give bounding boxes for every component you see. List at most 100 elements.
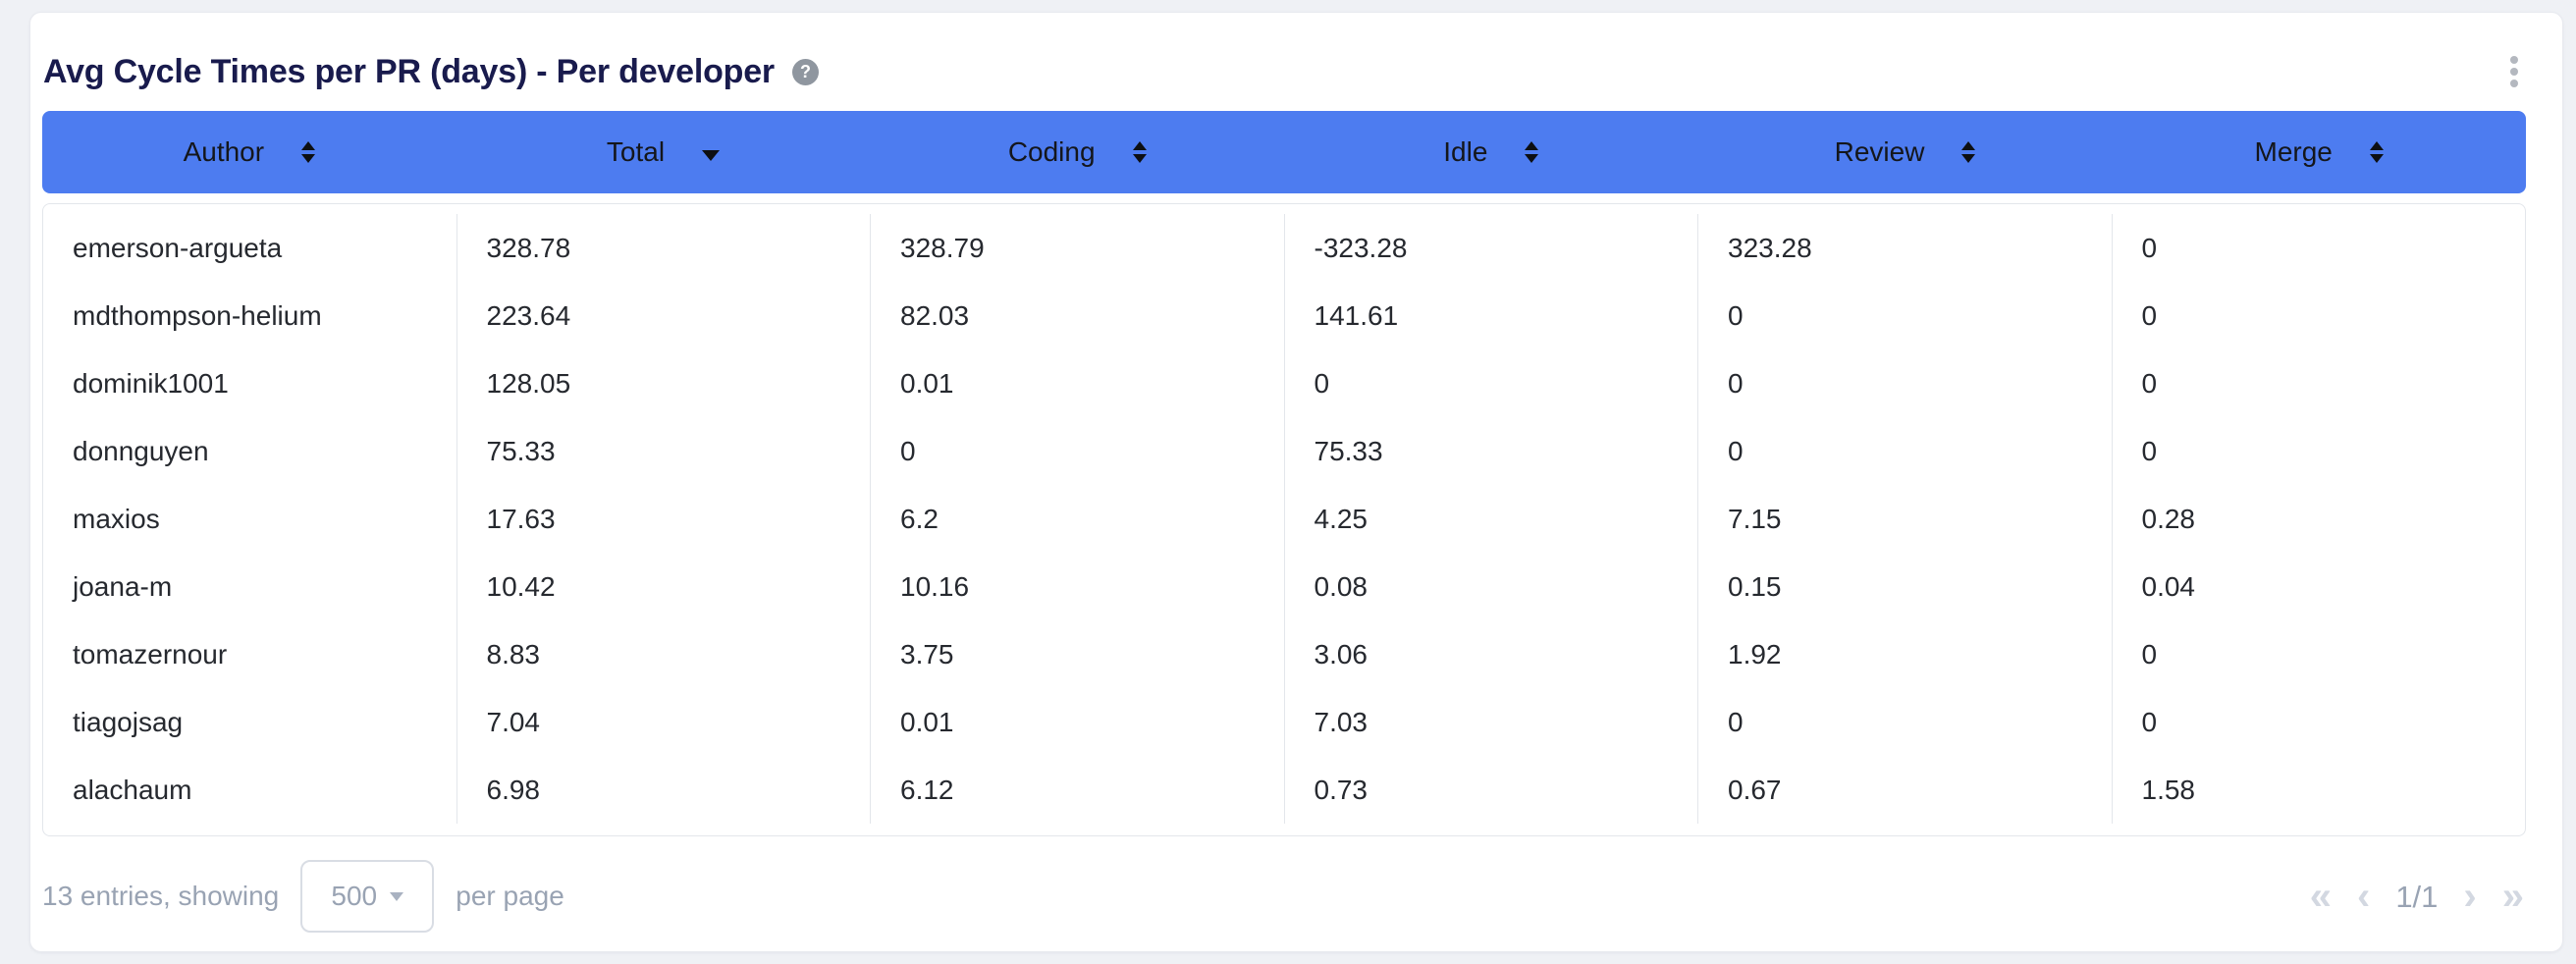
cell-coding: 0.01 [870,688,1284,756]
column-header-coding[interactable]: Coding [870,111,1284,193]
sort-icon [1133,141,1147,163]
sort-icon [301,141,315,163]
column-header-merge[interactable]: Merge [2112,111,2526,193]
cell-author: donnguyen [43,417,456,485]
page-size-select[interactable]: 500 [300,860,434,933]
cell-idle: 3.06 [1284,620,1698,688]
column-header-label: Coding [1008,136,1096,168]
cell-review: 0 [1697,282,2112,349]
column-header-label: Author [184,136,265,168]
cell-idle: 0 [1284,349,1698,417]
column-header-label: Total [607,136,665,168]
cell-coding: 0 [870,417,1284,485]
column-header-label: Review [1835,136,1925,168]
cell-total: 10.42 [456,553,871,620]
table-row: tiagojsag7.040.017.0300 [43,688,2525,756]
cell-coding: 6.2 [870,485,1284,553]
table-body: emerson-argueta328.78328.79-323.28323.28… [42,203,2526,836]
cell-total: 128.05 [456,349,871,417]
cell-merge: 0.28 [2112,485,2526,553]
cell-idle: -323.28 [1284,214,1698,282]
cell-merge: 0 [2112,688,2526,756]
cell-idle: 75.33 [1284,417,1698,485]
table-header-row: Author Total Coding Idle Review Merge [42,111,2526,193]
cell-coding: 82.03 [870,282,1284,349]
cell-review: 7.15 [1697,485,2112,553]
table-row: dominik1001128.050.01000 [43,349,2525,417]
cell-merge: 0 [2112,214,2526,282]
sort-icon [1525,141,1538,163]
cell-author: dominik1001 [43,349,456,417]
page-size-value: 500 [331,881,377,912]
cell-idle: 0.73 [1284,756,1698,824]
table-row: donnguyen75.33075.3300 [43,417,2525,485]
cell-total: 223.64 [456,282,871,349]
cell-merge: 0 [2112,349,2526,417]
cell-review: 0.15 [1697,553,2112,620]
kebab-menu-icon[interactable] [2493,44,2536,99]
page-title: Avg Cycle Times per PR (days) - Per deve… [43,53,775,91]
cell-review: 0 [1697,417,2112,485]
table-row: tomazernour8.833.753.061.920 [43,620,2525,688]
cell-author: joana-m [43,553,456,620]
pagination: « ‹ 1/1 › » [2310,877,2526,916]
table-row: emerson-argueta328.78328.79-323.28323.28… [43,214,2525,282]
table-row: joana-m10.4210.160.080.150.04 [43,553,2525,620]
cell-coding: 3.75 [870,620,1284,688]
cell-total: 6.98 [456,756,871,824]
widget-card: Avg Cycle Times per PR (days) - Per deve… [29,12,2563,952]
sort-desc-icon [702,150,720,161]
cell-merge: 0.04 [2112,553,2526,620]
pagination-last-button[interactable]: » [2502,877,2524,916]
cell-idle: 7.03 [1284,688,1698,756]
cell-total: 8.83 [456,620,871,688]
cell-merge: 0 [2112,282,2526,349]
help-icon[interactable]: ? [792,59,819,85]
entries-summary: 13 entries, showing [42,881,279,912]
cell-author: tomazernour [43,620,456,688]
cell-coding: 10.16 [870,553,1284,620]
cell-author: tiagojsag [43,688,456,756]
pagination-prev-button[interactable]: ‹ [2357,877,2370,916]
table-row: mdthompson-helium223.6482.03141.6100 [43,282,2525,349]
cell-coding: 6.12 [870,756,1284,824]
pagination-next-button[interactable]: › [2463,877,2476,916]
column-header-idle[interactable]: Idle [1284,111,1698,193]
cell-total: 7.04 [456,688,871,756]
cell-total: 328.78 [456,214,871,282]
cell-idle: 141.61 [1284,282,1698,349]
column-header-author[interactable]: Author [42,111,456,193]
column-header-review[interactable]: Review [1698,111,2113,193]
sort-icon [1961,141,1975,163]
cell-coding: 328.79 [870,214,1284,282]
table-row: alachaum6.986.120.730.671.58 [43,756,2525,824]
cell-total: 75.33 [456,417,871,485]
pagination-page-label: 1/1 [2395,882,2438,912]
cell-author: maxios [43,485,456,553]
cell-review: 0.67 [1697,756,2112,824]
cell-merge: 0 [2112,417,2526,485]
sort-icon [2370,141,2384,163]
per-page-label: per page [456,881,564,912]
cell-total: 17.63 [456,485,871,553]
cell-review: 0 [1697,349,2112,417]
cell-merge: 0 [2112,620,2526,688]
table-row: maxios17.636.24.257.150.28 [43,485,2525,553]
cell-author: emerson-argueta [43,214,456,282]
cell-author: mdthompson-helium [43,282,456,349]
column-header-label: Merge [2255,136,2333,168]
cell-coding: 0.01 [870,349,1284,417]
page-size-controls: 13 entries, showing 500 per page [42,860,564,933]
cell-author: alachaum [43,756,456,824]
caret-down-icon [390,892,403,901]
cell-idle: 0.08 [1284,553,1698,620]
cell-idle: 4.25 [1284,485,1698,553]
cell-merge: 1.58 [2112,756,2526,824]
column-header-label: Idle [1443,136,1487,168]
cell-review: 0 [1697,688,2112,756]
card-header: Avg Cycle Times per PR (days) - Per deve… [43,46,2549,97]
cell-review: 323.28 [1697,214,2112,282]
pagination-first-button[interactable]: « [2310,877,2332,916]
column-header-total[interactable]: Total [456,111,871,193]
cell-review: 1.92 [1697,620,2112,688]
